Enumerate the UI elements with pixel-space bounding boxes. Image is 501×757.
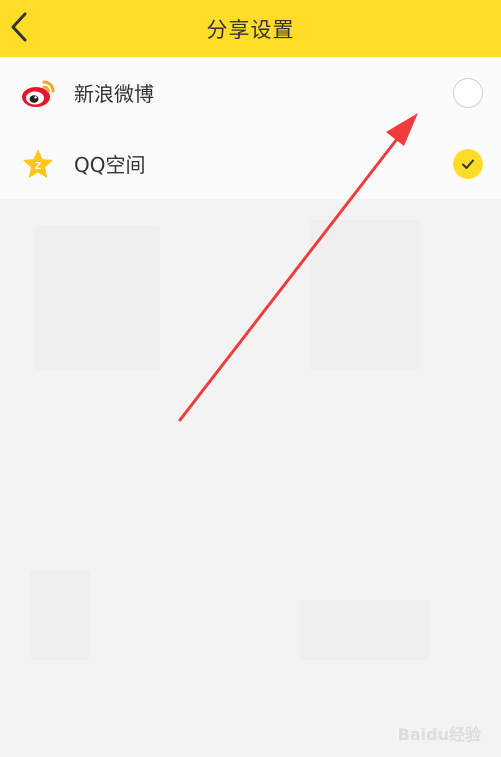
share-option-weibo[interactable]: 新浪微博 (0, 57, 501, 128)
share-option-label: QQ空间 (74, 153, 146, 177)
background-placeholder (300, 600, 430, 660)
checkmark-icon (462, 159, 474, 169)
svg-text:Z: Z (35, 161, 41, 172)
back-button[interactable] (6, 8, 32, 46)
share-option-list: 新浪微博 Z QQ空间 (0, 57, 501, 199)
page-title: 分享设置 (206, 17, 295, 42)
share-option-label: 新浪微博 (74, 82, 154, 106)
unchecked-radio[interactable] (453, 77, 483, 108)
qzone-icon: Z (23, 148, 53, 178)
watermark-text: Baidu经验 (397, 725, 481, 744)
checked-radio[interactable] (453, 148, 483, 179)
share-settings-screen: 分享设置 新浪微博 Z QQ空间 Baidu经验 (0, 0, 501, 757)
chevron-left-icon (11, 12, 27, 42)
share-option-qzone[interactable]: Z QQ空间 (0, 128, 501, 199)
weibo-icon (22, 80, 55, 107)
background-placeholder (35, 225, 160, 370)
background-placeholder (30, 570, 90, 660)
background-placeholder (310, 220, 420, 370)
header-bar: 分享设置 (0, 0, 501, 57)
